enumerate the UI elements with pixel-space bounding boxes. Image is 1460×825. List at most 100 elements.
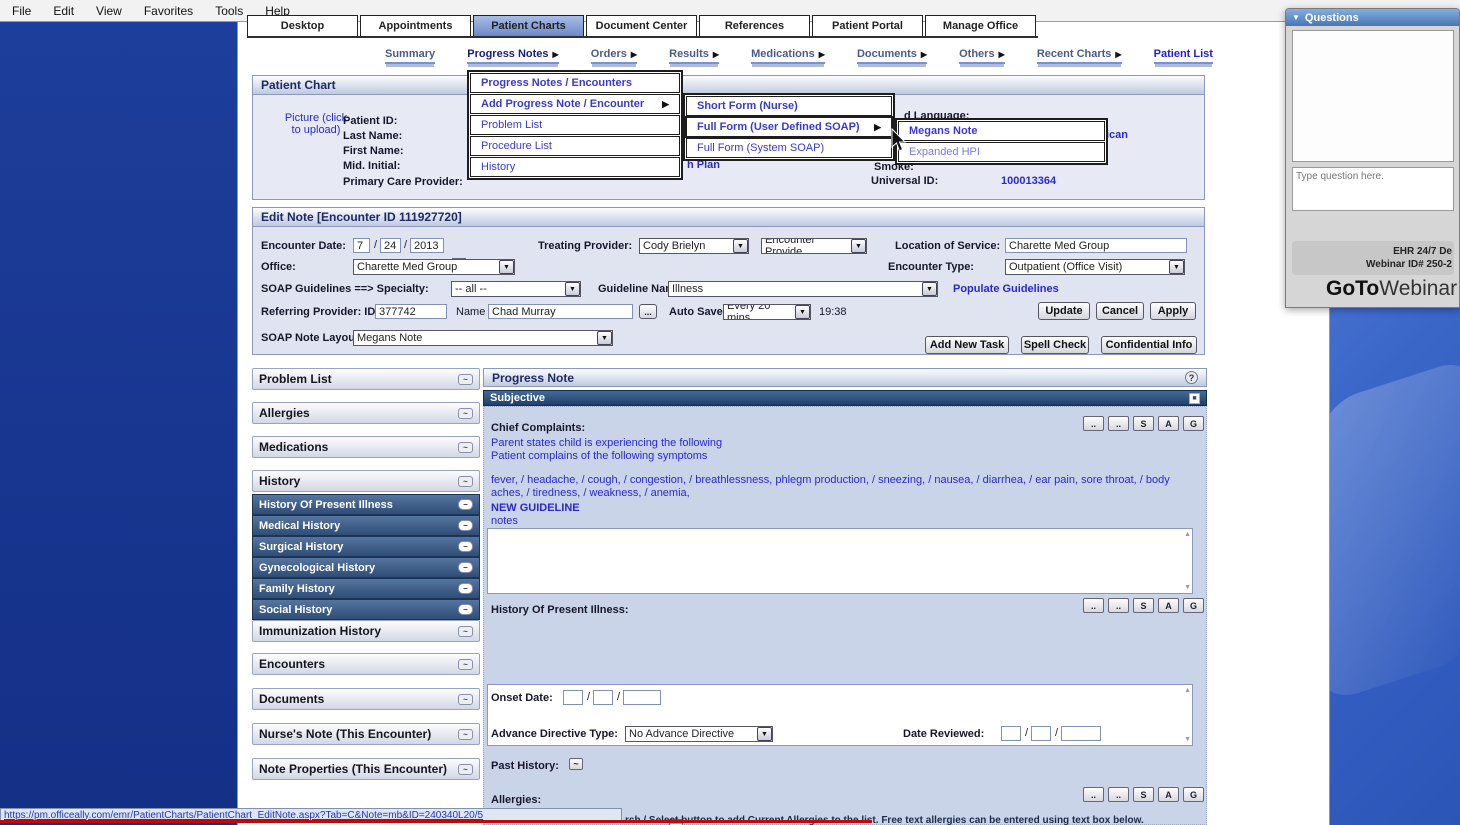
add-new-task-button[interactable]: Add New Task [925, 336, 1009, 354]
g-template-button[interactable]: G [1183, 787, 1204, 802]
menu-file[interactable]: File [12, 4, 31, 18]
tab-appointments[interactable]: Appointments [360, 15, 471, 36]
dropdown-arrow-icon[interactable]: ▼ [597, 331, 612, 345]
sidebar-item-medical-history[interactable]: Medical History– [252, 515, 480, 536]
subnav-summary[interactable]: Summary [385, 48, 435, 64]
question-input[interactable] [1292, 167, 1454, 211]
dropdown-arrow-icon[interactable]: ▼ [795, 305, 810, 319]
sidebar-item-note-properties[interactable]: Note Properties (This Encounter)~ [252, 758, 480, 780]
g-template-button[interactable]: G [1183, 416, 1204, 431]
menu-item-problem-list[interactable]: Problem List [470, 115, 680, 135]
menu-view[interactable]: View [96, 4, 122, 18]
picture-upload-link[interactable]: Picture (click to upload) [283, 112, 349, 136]
soap-note-layout-select[interactable]: Megans Note▼ [353, 330, 613, 346]
sidebar-item-problem-list[interactable]: Problem List~ [252, 368, 480, 390]
dropdown-arrow-icon[interactable]: ▼ [565, 282, 580, 296]
section-toggle-icon[interactable]: ■ [1189, 393, 1200, 404]
onset-year-input[interactable] [623, 690, 661, 705]
chief-complaint-link-2[interactable]: Patient complains of the following sympt… [491, 450, 707, 462]
g-template-button[interactable]: G [1183, 598, 1204, 613]
office-select[interactable]: Charette Med Group▼ [353, 259, 515, 275]
collapse-icon[interactable]: ~ [458, 764, 473, 775]
search-template-button[interactable]: .. [1083, 598, 1104, 613]
collapse-icon[interactable]: ~ [458, 442, 473, 453]
expand-icon[interactable]: – [458, 562, 473, 573]
scroll-down-icon[interactable]: ▼ [1184, 584, 1191, 591]
tab-manage-office[interactable]: Manage Office [925, 15, 1036, 36]
treating-provider-select[interactable]: Cody Brielyn▼ [639, 238, 749, 254]
a-template-button[interactable]: A [1158, 787, 1179, 802]
subnav-results[interactable]: Results▶ [669, 48, 719, 64]
onset-month-input[interactable] [563, 690, 583, 705]
chief-complaints-textarea[interactable]: ▲ ▼ [487, 528, 1193, 594]
search-template-button[interactable]: .. [1083, 416, 1104, 431]
subnav-orders[interactable]: Orders▶ [591, 48, 637, 64]
menu-item-add-progress-note[interactable]: Add Progress Note / Encounter▶ [470, 94, 680, 114]
search-template-button[interactable]: .. [1108, 787, 1129, 802]
dropdown-arrow-icon[interactable]: ▼ [757, 727, 772, 741]
referring-provider-search-button[interactable]: ... [639, 304, 657, 319]
search-template-button[interactable]: .. [1108, 598, 1129, 613]
collapse-arrow-icon[interactable]: ▼ [1292, 13, 1300, 22]
new-guideline-link[interactable]: NEW GUIDELINE [491, 502, 580, 514]
menu-item-megans-note[interactable]: Megans Note [898, 121, 1105, 141]
encounter-date-month-input[interactable]: 7 [353, 238, 370, 253]
subnav-progress-notes[interactable]: Progress Notes▶ [467, 48, 558, 64]
guideline-name-select[interactable]: Illness▼ [668, 281, 938, 297]
menu-item-full-form-system-soap[interactable]: Full Form (System SOAP) [686, 138, 892, 158]
sidebar-item-history-of-present-illness[interactable]: History Of Present Illness– [252, 494, 480, 515]
encounter-date-year-input[interactable]: 2013 [410, 238, 444, 253]
dropdown-arrow-icon[interactable]: ▼ [1169, 260, 1184, 274]
help-icon[interactable]: ? [1185, 371, 1198, 384]
past-history-expand-button[interactable]: ~ [569, 758, 583, 770]
date-reviewed-year-input[interactable] [1061, 726, 1101, 741]
menu-item-full-form-user-defined-soap[interactable]: Full Form (User Defined SOAP)▶ [686, 117, 892, 137]
collapse-icon[interactable]: ~ [458, 729, 473, 740]
encounter-type-select[interactable]: Outpatient (Office Visit)▼ [1005, 259, 1185, 275]
location-of-service-input[interactable]: Charette Med Group [1005, 238, 1187, 253]
sidebar-item-family-history[interactable]: Family History– [252, 578, 480, 599]
subnav-medications[interactable]: Medications▶ [751, 48, 825, 64]
s-template-button[interactable]: S [1133, 598, 1154, 613]
date-reviewed-month-input[interactable] [1001, 726, 1021, 741]
collapse-icon[interactable]: ~ [458, 374, 473, 385]
dropdown-arrow-icon[interactable]: ▼ [733, 239, 748, 253]
tab-document-center[interactable]: Document Center [586, 15, 697, 36]
expand-icon[interactable]: – [458, 499, 473, 510]
advance-directive-select[interactable]: No Advance Directive▼ [625, 726, 773, 742]
specialty-select[interactable]: -- all --▼ [451, 281, 581, 297]
s-template-button[interactable]: S [1133, 787, 1154, 802]
symptom-links[interactable]: fever, / headache, / cough, / congestion… [491, 474, 1183, 500]
tab-desktop[interactable]: Desktop [247, 15, 358, 36]
onset-day-input[interactable] [593, 690, 613, 705]
collapse-icon[interactable]: ~ [458, 626, 473, 637]
menu-favorites[interactable]: Favorites [144, 4, 193, 18]
referring-provider-id-input[interactable]: 377742 [375, 304, 447, 319]
collapse-icon[interactable]: ~ [458, 408, 473, 419]
menu-item-history[interactable]: History [470, 157, 680, 177]
tab-references[interactable]: References [699, 15, 810, 36]
sidebar-item-immunization-history[interactable]: Immunization History~ [252, 620, 480, 642]
sidebar-item-allergies[interactable]: Allergies~ [252, 402, 480, 424]
scroll-up-icon[interactable]: ▲ [1184, 687, 1191, 694]
subnav-recent-charts[interactable]: Recent Charts▶ [1037, 48, 1122, 64]
sidebar-item-history[interactable]: History~ [252, 470, 480, 492]
subjective-section-bar[interactable]: Subjective■ [483, 390, 1207, 406]
subnav-others[interactable]: Others▶ [959, 48, 1005, 64]
search-template-button[interactable]: .. [1083, 787, 1104, 802]
collapse-icon[interactable]: ~ [458, 476, 473, 487]
scroll-up-icon[interactable]: ▲ [1184, 531, 1191, 538]
subnav-patient-list[interactable]: Patient List [1154, 48, 1213, 64]
chief-complaint-link-1[interactable]: Parent states child is experiencing the … [491, 437, 722, 449]
dropdown-arrow-icon[interactable]: ▼ [851, 239, 866, 253]
spell-check-button[interactable]: Spell Check [1021, 336, 1089, 354]
tab-patient-charts[interactable]: Patient Charts [473, 15, 584, 36]
confidential-info-button[interactable]: Confidential Info [1101, 336, 1197, 354]
scroll-down-icon[interactable]: ▼ [1184, 736, 1191, 743]
cancel-button[interactable]: Cancel [1096, 302, 1144, 320]
sidebar-item-encounters[interactable]: Encounters~ [252, 653, 480, 675]
expand-icon[interactable]: – [458, 583, 473, 594]
dropdown-arrow-icon[interactable]: ▼ [922, 282, 937, 296]
sidebar-item-surgical-history[interactable]: Surgical History– [252, 536, 480, 557]
encounter-provider-select[interactable]: Encounter Provide▼ [761, 238, 867, 254]
